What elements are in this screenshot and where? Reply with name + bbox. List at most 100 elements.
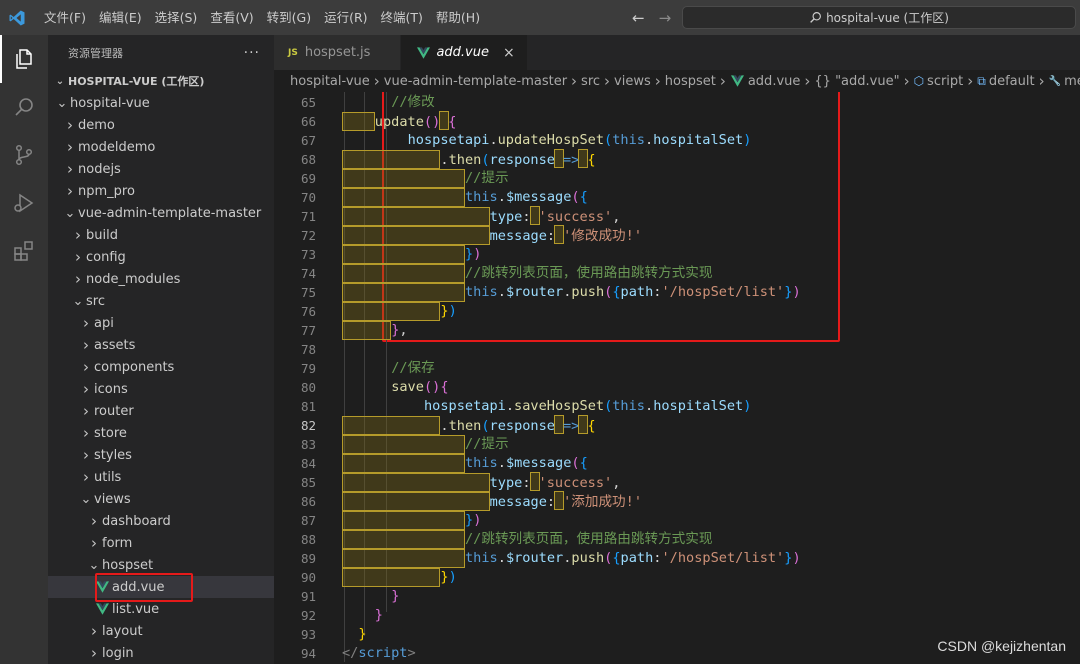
file-item[interactable]: list.vue	[48, 598, 274, 620]
code-line[interactable]: 94 </script>	[274, 644, 1080, 663]
folder-item[interactable]: › api	[48, 312, 274, 334]
line-number: 73	[300, 247, 316, 262]
code-line[interactable]: 67 hospsetapi.updateHospSet(this.hospital…	[274, 131, 1080, 150]
folder-item[interactable]: ⌄ hospset	[48, 554, 274, 576]
code-line[interactable]: 66 update() {	[274, 111, 1080, 131]
breadcrumb-item[interactable]: ⬡ script	[914, 74, 964, 89]
menu-item-7[interactable]: 帮助(H)	[432, 0, 484, 35]
code-line[interactable]: 65 //修改	[274, 93, 1080, 112]
code-line[interactable]: 78	[274, 340, 1080, 359]
folder-item[interactable]: › dashboard	[48, 510, 274, 532]
close-tab-icon[interactable]: ×	[503, 45, 515, 61]
code-token: }	[465, 512, 474, 528]
workspace-section[interactable]: ⌄ HOSPITAL-VUE (工作区)	[48, 70, 274, 92]
search-icon[interactable]	[0, 83, 48, 131]
code-line[interactable]: 85 type: 'success',	[274, 472, 1080, 492]
folder-item[interactable]: ⌄ src	[48, 290, 274, 312]
folder-item[interactable]: › styles	[48, 444, 274, 466]
tab-hospset-js[interactable]: JS hospset.js	[274, 35, 402, 70]
menu-item-0[interactable]: 文件(F)	[40, 0, 90, 35]
folder-item[interactable]: ⌄ views	[48, 488, 274, 510]
folder-item[interactable]: ⌄ hospital-vue	[48, 92, 274, 114]
code-line[interactable]: 76})	[274, 302, 1080, 321]
menu-item-3[interactable]: 查看(V)	[206, 0, 257, 35]
folder-item[interactable]: ⌄ vue-admin-template-master	[48, 202, 274, 224]
folder-item[interactable]: › node_modules	[48, 268, 274, 290]
code-line[interactable]: 80 save(){	[274, 378, 1080, 397]
breadcrumb-item[interactable]: hospital-vue	[290, 74, 370, 89]
folder-item[interactable]: › assets	[48, 334, 274, 356]
code-line[interactable]: 71 type: 'success',	[274, 206, 1080, 227]
chevron-right-icon: ›	[67, 138, 73, 156]
run-debug-icon[interactable]	[0, 179, 48, 227]
code-line[interactable]: 86 message: '添加成功!'	[274, 491, 1080, 511]
menu-item-4[interactable]: 转到(G)	[263, 0, 315, 35]
code-line[interactable]: 68 .then(response => {	[274, 149, 1080, 169]
code-line[interactable]: 92}	[274, 606, 1080, 625]
code-line[interactable]: 88 //跳转列表页面，使用路由跳转方式实现	[274, 530, 1080, 549]
code-line[interactable]: 77},	[274, 321, 1080, 340]
code-line[interactable]: 79 //保存	[274, 359, 1080, 378]
folder-item[interactable]: › components	[48, 356, 274, 378]
code-line[interactable]: 93}	[274, 625, 1080, 644]
menu-item-2[interactable]: 选择(S)	[151, 0, 202, 35]
folder-item[interactable]: › router	[48, 400, 274, 422]
code-editor[interactable]: CSDN @kejizhentan 65//修改 66 update(){67 hos…	[274, 92, 1080, 664]
code-line[interactable]: 83 //提示	[274, 435, 1080, 454]
code-line[interactable]: 74 //跳转列表页面，使用路由跳转方式实现	[274, 264, 1080, 283]
breadcrumb-item[interactable]: vue-admin-template-master	[384, 74, 567, 89]
folder-item[interactable]: › form	[48, 532, 274, 554]
folder-item[interactable]: › icons	[48, 378, 274, 400]
breadcrumb-item[interactable]: ⧉ default	[977, 74, 1034, 89]
code-line[interactable]: 72 message: '修改成功!'	[274, 225, 1080, 245]
folder-item[interactable]: › store	[48, 422, 274, 444]
extensions-icon[interactable]	[0, 227, 48, 275]
file-item[interactable]: add.vue	[48, 576, 274, 598]
whitespace-highlight	[342, 530, 465, 549]
more-actions-icon[interactable]: ···	[244, 45, 260, 61]
code-text: hospsetapi.saveHospSet(this.hospitalSet)	[342, 397, 751, 416]
source-control-icon[interactable]	[0, 131, 48, 179]
folder-item[interactable]: › config	[48, 246, 274, 268]
folder-item[interactable]: › modeldemo	[48, 136, 274, 158]
menu-item-6[interactable]: 终端(T)	[377, 0, 427, 35]
breadcrumb-item[interactable]: add.vue	[730, 70, 800, 92]
breadcrumb-item[interactable]: hospset	[665, 74, 716, 89]
code-line[interactable]: 91}	[274, 587, 1080, 606]
code-line[interactable]: 73})	[274, 245, 1080, 264]
code-line[interactable]: 82 .then(response => {	[274, 415, 1080, 435]
code-line[interactable]: 84 this.$message({	[274, 454, 1080, 473]
code-text: type: 'success',	[342, 206, 620, 227]
tab-add-vue[interactable]: add.vue ×	[401, 35, 528, 70]
code-line[interactable]: 89 this.$router.push({path:'/hospSet/list…	[274, 549, 1080, 568]
folder-item[interactable]: › npm_pro	[48, 180, 274, 202]
code-line[interactable]: 75 this.$router.push({path:'/hospSet/list…	[274, 283, 1080, 302]
folder-item[interactable]: › build	[48, 224, 274, 246]
code-line[interactable]: 87})	[274, 511, 1080, 530]
breadcrumb-item[interactable]: 🔧methods	[1049, 74, 1080, 89]
code-line[interactable]: 69 //提示	[274, 169, 1080, 188]
breadcrumb-item[interactable]: {} "add.vue"	[814, 74, 899, 89]
code-token: ()	[423, 379, 441, 395]
folder-item[interactable]: › nodejs	[48, 158, 274, 180]
menu-item-1[interactable]: 编辑(E)	[95, 0, 146, 35]
code-line[interactable]: 81 hospsetapi.saveHospSet(this.hospitalSe…	[274, 397, 1080, 416]
breadcrumb-item[interactable]: src	[581, 74, 600, 89]
command-center-search[interactable]: hospital-vue (工作区)	[682, 6, 1076, 29]
back-arrow-icon[interactable]: ←	[632, 9, 645, 27]
menu-item-5[interactable]: 运行(R)	[320, 0, 371, 35]
folder-item[interactable]: › layout	[48, 620, 274, 642]
folder-item[interactable]: › login	[48, 642, 274, 664]
code-line[interactable]: 70 this.$message({	[274, 188, 1080, 207]
chevron-right-icon: ›	[67, 160, 73, 178]
folder-item[interactable]: › demo	[48, 114, 274, 136]
explorer-icon[interactable]	[0, 35, 48, 83]
forward-arrow-icon[interactable]: →	[659, 9, 672, 27]
breadcrumb-item[interactable]: views	[614, 74, 651, 89]
code-line[interactable]: 90})	[274, 568, 1080, 587]
folder-item[interactable]: › utils	[48, 466, 274, 488]
line-number: 77	[300, 323, 316, 338]
code-token: $message	[505, 455, 572, 471]
code-text: })	[342, 245, 481, 264]
